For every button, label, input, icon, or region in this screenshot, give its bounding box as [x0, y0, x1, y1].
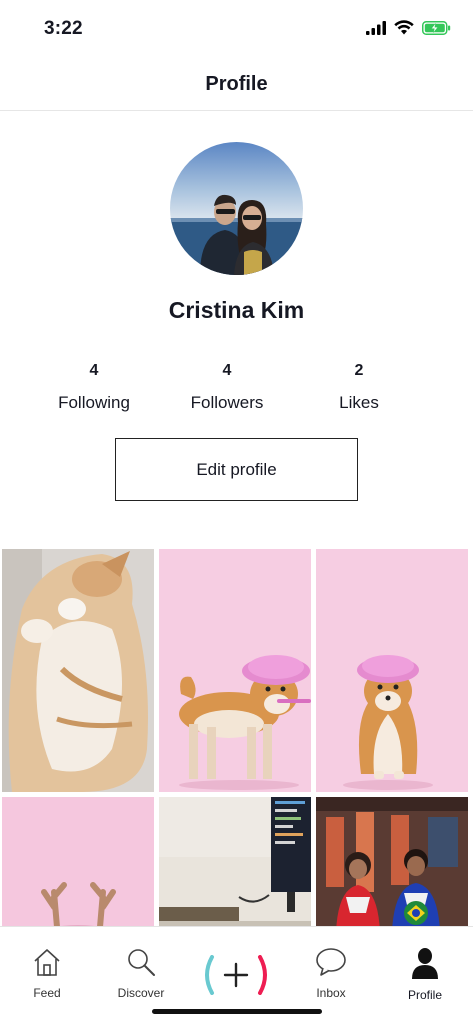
following-count: 4 — [89, 362, 99, 379]
stat-followers[interactable]: 4 Followers — [157, 360, 297, 413]
create-button[interactable] — [196, 955, 276, 1000]
followers-label: Followers — [190, 393, 264, 412]
tab-label: Feed — [33, 986, 61, 1000]
chat-bubble-icon — [316, 948, 346, 976]
video-thumbnail[interactable] — [159, 549, 311, 792]
battery-charging-icon — [422, 20, 451, 35]
tab-label: Discover — [117, 986, 165, 1000]
nav-header: Profile — [0, 58, 473, 111]
video-thumbnail-image — [159, 549, 311, 792]
page-title: Profile — [205, 73, 268, 95]
home-icon — [34, 949, 60, 976]
avatar[interactable] — [170, 142, 303, 275]
edit-profile-button[interactable]: Edit profile — [115, 438, 358, 501]
video-thumbnail[interactable] — [316, 549, 468, 792]
stat-likes[interactable]: 2 Likes — [289, 360, 429, 413]
likes-count: 2 — [354, 362, 364, 379]
avatar-photo — [170, 142, 303, 275]
stat-following[interactable]: 4 Following — [24, 360, 164, 413]
wifi-icon — [394, 20, 414, 35]
cellular-signal-icon — [366, 20, 386, 35]
tab-profile[interactable]: Profile — [385, 947, 465, 1002]
profile-name: Cristina Kim — [168, 297, 305, 323]
video-thumbnail-image — [2, 549, 154, 792]
tab-label: Profile — [407, 988, 442, 1002]
search-icon — [128, 949, 155, 976]
status-bar: 3:22 — [0, 0, 473, 58]
person-icon — [412, 948, 438, 979]
video-thumbnail[interactable] — [2, 549, 154, 792]
status-time: 3:22 — [44, 18, 83, 39]
likes-label: Likes — [339, 393, 379, 412]
tab-discover[interactable]: Discover — [101, 947, 181, 1000]
tab-label: Inbox — [316, 986, 346, 1000]
tab-inbox[interactable]: Inbox — [291, 947, 371, 1000]
following-label: Following — [58, 393, 130, 412]
video-thumbnail-image — [316, 549, 468, 792]
status-icons — [366, 20, 451, 35]
tab-bar: Feed Discover Inbox Profile — [0, 926, 473, 1024]
tab-feed[interactable]: Feed — [7, 947, 87, 1000]
home-indicator — [152, 1009, 322, 1014]
plus-icon — [205, 955, 267, 995]
followers-count: 4 — [222, 362, 232, 379]
